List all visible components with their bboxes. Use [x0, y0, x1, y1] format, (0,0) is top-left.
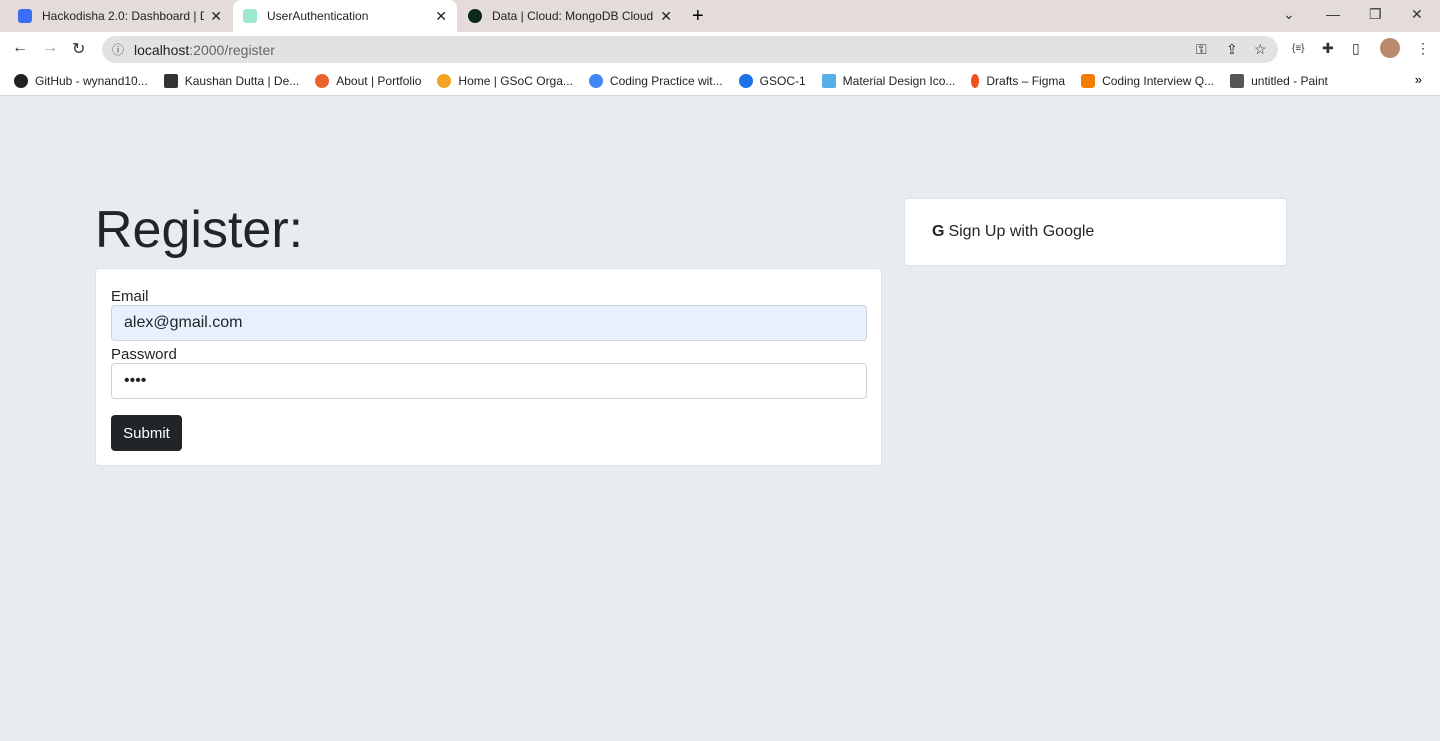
- more-bookmarks-icon[interactable]: »: [1415, 72, 1422, 87]
- reload-icon[interactable]: ↻: [72, 39, 85, 59]
- minimize-icon[interactable]: —: [1326, 6, 1340, 22]
- forward-icon[interactable]: →: [42, 39, 58, 57]
- gsoc1-icon: [738, 73, 753, 88]
- tab-strip: Hackodisha 2.0: Dashboard | Dev ✕ UserAut…: [0, 0, 1440, 32]
- bookmark-label: untitled - Paint: [1251, 73, 1328, 88]
- google-signup-label: Sign Up with Google: [948, 223, 1095, 240]
- email-label: Email: [111, 288, 149, 305]
- bookmark-item[interactable]: Material Design Ico...: [821, 73, 956, 88]
- password-input[interactable]: ••••: [111, 363, 867, 399]
- password-label: Password: [111, 346, 177, 363]
- tab-mongodb[interactable]: Data | Cloud: MongoDB Cloud ✕: [458, 0, 682, 32]
- menu-kebab-icon[interactable]: ⋮: [1416, 40, 1430, 57]
- github-icon: [14, 73, 28, 88]
- hashnode-icon: [163, 73, 178, 88]
- tab-title: Hackodisha 2.0: Dashboard | Dev: [42, 9, 205, 23]
- site-info-icon[interactable]: ⓘ: [112, 41, 124, 58]
- close-tab-icon[interactable]: ✕: [435, 8, 447, 25]
- avatar[interactable]: [1380, 38, 1400, 58]
- close-tab-icon[interactable]: ✕: [210, 8, 222, 25]
- bookmark-item[interactable]: Home | GSoC Orga...: [437, 73, 573, 88]
- google-icon: [588, 73, 603, 88]
- bookmark-item[interactable]: GitHub - wynand10...: [14, 73, 148, 88]
- google-signup-button[interactable]: G Sign Up with Google: [904, 198, 1287, 266]
- key-icon[interactable]: ⚿: [1196, 41, 1207, 58]
- material-design-icon: [821, 73, 836, 88]
- bookmark-label: Coding Practice wit...: [609, 73, 723, 88]
- restore-icon[interactable]: ❐: [1369, 6, 1382, 23]
- figma-icon: [971, 73, 980, 88]
- url-host: localhost: [134, 41, 190, 58]
- register-form: Email alex@gmail.com Password •••• Submi…: [95, 268, 882, 466]
- bookmark-label: Home | GSoC Orga...: [458, 73, 573, 88]
- browser-toolbar: ← → ↻ ⓘ localhost:2000/register ⚿ ⇪ ☆ {≡…: [0, 32, 1440, 66]
- tab-favicon: [243, 9, 257, 23]
- tab-title: UserAuthentication: [267, 9, 369, 23]
- tab-hackodisha[interactable]: Hackodisha 2.0: Dashboard | Dev ✕: [8, 0, 232, 32]
- close-tab-icon[interactable]: ✕: [660, 8, 672, 25]
- bookmark-label: About | Portfolio: [336, 73, 422, 88]
- address-bar[interactable]: ⓘ localhost:2000/register ⚿ ⇪ ☆: [102, 36, 1278, 63]
- back-icon[interactable]: ←: [12, 39, 28, 57]
- new-tab-icon[interactable]: +: [692, 5, 704, 28]
- extensions-puzzle-icon[interactable]: ✚: [1322, 40, 1334, 57]
- bookmark-item[interactable]: About | Portfolio: [315, 73, 422, 88]
- bookmark-star-icon[interactable]: ☆: [1254, 41, 1267, 58]
- portfolio-icon: [315, 73, 330, 88]
- tab-title: Data | Cloud: MongoDB Cloud: [492, 9, 654, 23]
- bookmark-item[interactable]: Kaushan Dutta | De...: [163, 73, 300, 88]
- google-icon: G: [932, 223, 945, 240]
- bookmark-label: Coding Interview Q...: [1102, 73, 1215, 88]
- bookmark-item[interactable]: Coding Practice wit...: [588, 73, 723, 88]
- gsoc-icon: [437, 73, 452, 88]
- url-path: :2000/register: [189, 41, 275, 58]
- paint-icon: [1230, 73, 1245, 88]
- share-icon[interactable]: ⇪: [1226, 41, 1238, 58]
- side-panel-icon[interactable]: ▯: [1352, 40, 1360, 57]
- extension-json-icon[interactable]: {≡}: [1292, 43, 1305, 54]
- bookmark-item[interactable]: Coding Interview Q...: [1081, 73, 1215, 88]
- email-input[interactable]: alex@gmail.com: [111, 305, 867, 341]
- bookmark-item[interactable]: untitled - Paint: [1230, 73, 1328, 88]
- bookmarks-bar: GitHub - wynand10... Kaushan Dutta | De.…: [0, 66, 1440, 96]
- tab-favicon: [468, 9, 482, 23]
- submit-button[interactable]: Submit: [111, 415, 182, 451]
- tab-search-icon[interactable]: ⌄: [1283, 6, 1295, 23]
- bookmark-label: Kaushan Dutta | De...: [184, 73, 300, 88]
- bookmark-item[interactable]: GSOC-1: [738, 73, 806, 88]
- close-window-icon[interactable]: ✕: [1411, 6, 1423, 23]
- page-title: Register:: [95, 201, 304, 259]
- bookmark-label: GSOC-1: [759, 73, 806, 88]
- bookmark-label: Drafts – Figma: [986, 73, 1066, 88]
- tab-favicon: [18, 9, 32, 23]
- bookmark-label: GitHub - wynand10...: [35, 73, 148, 88]
- coding-interview-icon: [1081, 73, 1096, 88]
- bookmark-item[interactable]: Drafts – Figma: [971, 73, 1066, 88]
- tab-user-authentication[interactable]: UserAuthentication ✕: [233, 0, 457, 32]
- bookmark-label: Material Design Ico...: [842, 73, 956, 88]
